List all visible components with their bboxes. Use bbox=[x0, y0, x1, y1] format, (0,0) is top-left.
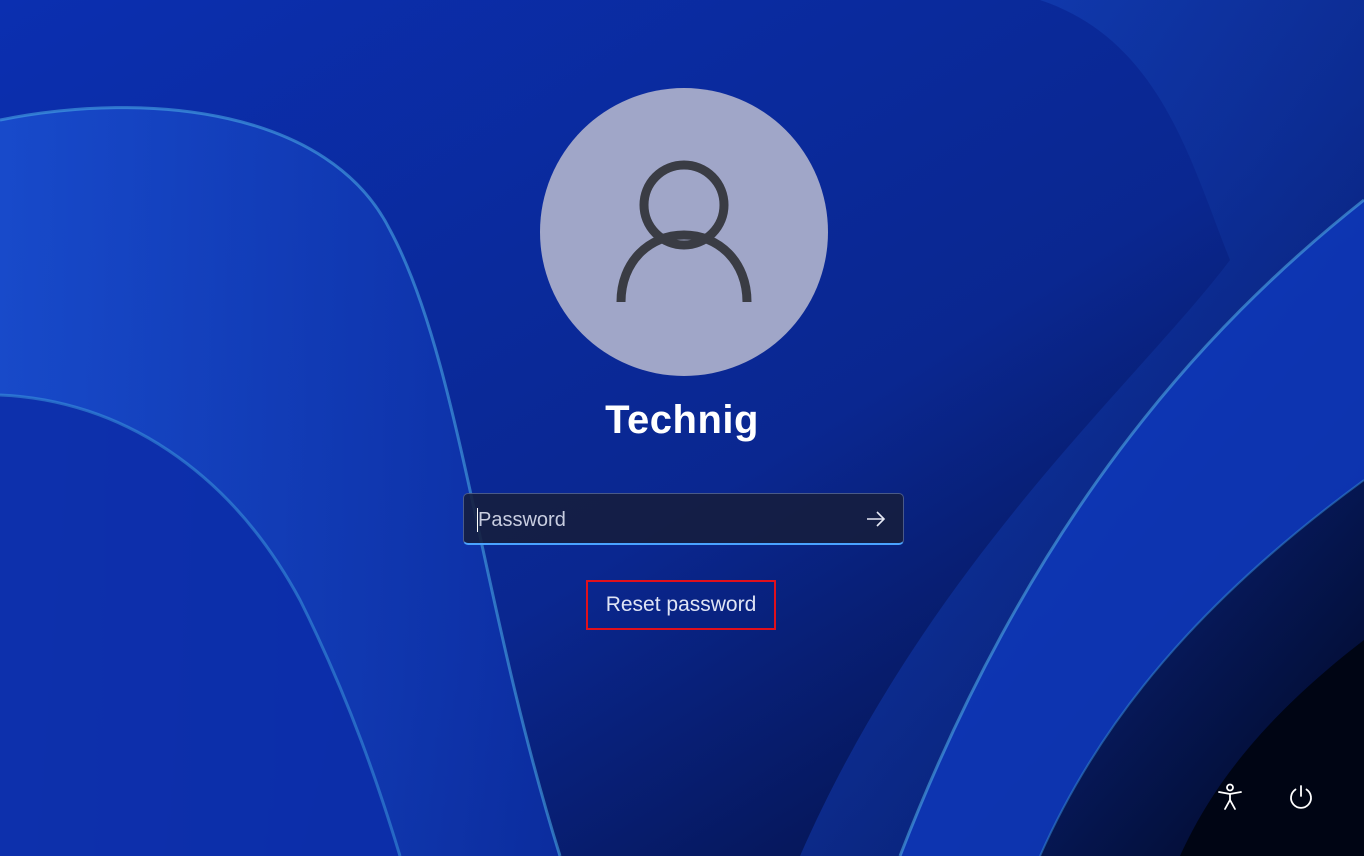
text-caret bbox=[477, 508, 478, 532]
password-box[interactable] bbox=[463, 493, 904, 545]
power-icon bbox=[1290, 785, 1312, 809]
accessibility-icon bbox=[1218, 783, 1242, 810]
password-input[interactable] bbox=[476, 502, 850, 538]
power-button[interactable] bbox=[1283, 779, 1319, 815]
arrow-right-icon bbox=[867, 511, 886, 527]
reset-password-label: Reset password bbox=[605, 593, 757, 616]
username-label: Technig bbox=[605, 398, 759, 442]
user-avatar bbox=[540, 88, 828, 376]
submit-button[interactable] bbox=[861, 504, 891, 534]
accessibility-button[interactable] bbox=[1212, 779, 1248, 815]
user-icon bbox=[616, 160, 752, 303]
reset-password-link[interactable]: Reset password bbox=[586, 580, 776, 630]
